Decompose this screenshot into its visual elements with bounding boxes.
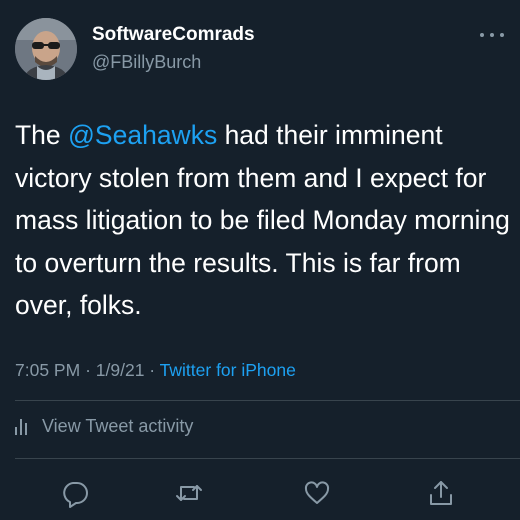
avatar-photo bbox=[15, 18, 77, 80]
bar-chart-icon bbox=[15, 418, 30, 435]
tweet-text-start: The bbox=[15, 120, 69, 150]
meta-separator: · bbox=[85, 360, 91, 380]
view-activity-label: View Tweet activity bbox=[42, 416, 194, 436]
reply-icon[interactable] bbox=[60, 478, 90, 508]
mention-link[interactable]: @Seahawks bbox=[68, 120, 217, 150]
action-bar bbox=[0, 472, 520, 512]
tweet-date[interactable]: 1/9/21 bbox=[96, 360, 145, 380]
tweet-source-link[interactable]: Twitter for iPhone bbox=[160, 360, 296, 380]
more-options-icon[interactable] bbox=[480, 30, 504, 40]
divider bbox=[15, 458, 520, 459]
more-dot-3 bbox=[500, 33, 504, 37]
tweet-card: SoftwareComrads @FBillyBurch The @Seahaw… bbox=[0, 0, 520, 520]
more-dot-1 bbox=[480, 33, 484, 37]
display-name[interactable]: SoftwareComrads bbox=[92, 24, 255, 46]
tweet-text-rest: had their imminent victory stolen from t… bbox=[15, 120, 510, 320]
view-activity-button[interactable]: View Tweet activity bbox=[15, 416, 193, 437]
divider bbox=[15, 400, 520, 401]
tweet-text: The @Seahawks had their imminent victory… bbox=[15, 114, 510, 327]
avatar[interactable] bbox=[15, 18, 77, 80]
tweet-time[interactable]: 7:05 PM bbox=[15, 360, 80, 380]
share-icon[interactable] bbox=[426, 478, 456, 508]
tweet-meta: 7:05 PM · 1/9/21 · Twitter for iPhone bbox=[15, 360, 296, 381]
user-handle[interactable]: @FBillyBurch bbox=[92, 52, 201, 73]
heart-icon[interactable] bbox=[302, 478, 332, 508]
meta-separator-2: · bbox=[149, 360, 156, 380]
retweet-icon[interactable] bbox=[174, 478, 204, 508]
more-dot-2 bbox=[490, 33, 494, 37]
